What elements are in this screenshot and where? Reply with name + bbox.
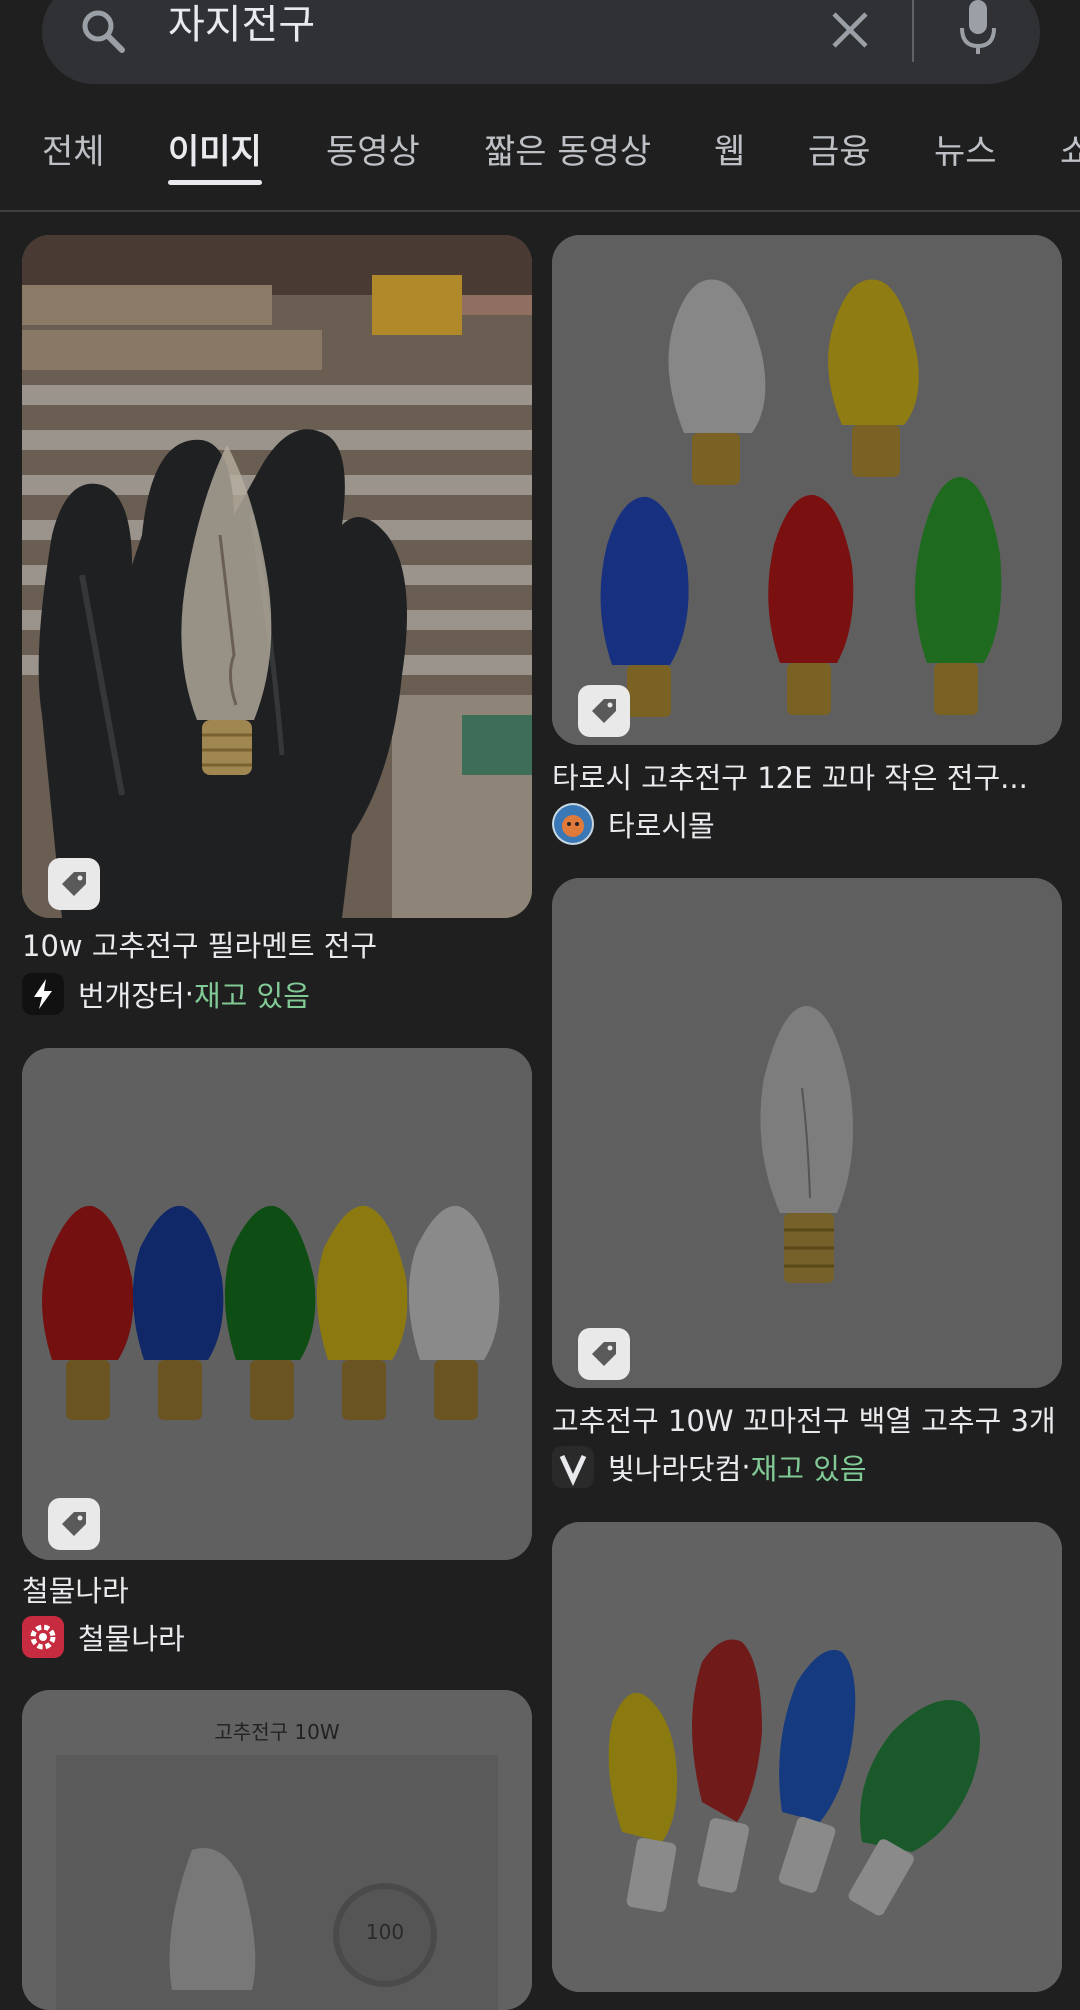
active-tab-indicator [168,180,262,185]
mic-icon[interactable] [954,0,1002,56]
bolt-icon [22,973,64,1015]
tag-icon [62,1512,86,1536]
stock-status: 재고 있음 [193,979,310,1013]
source-name: 타로시몰 [608,809,715,843]
tabs-divider [0,210,1080,212]
product-tag-badge [48,858,100,910]
search-input[interactable]: 자지전구 [168,0,315,50]
result-source[interactable]: 번개장터 · 재고 있음 [22,973,310,1015]
tag-icon [62,872,86,896]
product-tag-badge [578,1328,630,1380]
product-tag-badge [48,1498,100,1550]
source-separator: · [184,977,194,1011]
image-caption: 고추전구 10W [214,1720,340,1744]
tab-shopping[interactable]: 쇼 [1060,124,1080,173]
coin-label: 100 [365,1920,405,1944]
source-name: 번개장터 [78,979,185,1013]
search-divider [912,0,914,62]
result-image[interactable] [552,878,1062,1388]
result-image[interactable] [22,1048,532,1560]
filter-tabs: 전체 이미지 동영상 짧은 동영상 웹 금융 뉴스 쇼 [0,110,1080,210]
tag-icon [592,1342,616,1366]
product-tag-badge [578,685,630,737]
tag-icon [592,699,616,723]
v-logo-icon [552,1446,594,1488]
result-source[interactable]: 타로시몰 [552,803,715,845]
tab-news[interactable]: 뉴스 [934,124,997,173]
clear-icon[interactable] [826,6,874,54]
result-image[interactable] [552,235,1062,745]
result-source[interactable]: 철물나라 [22,1616,185,1658]
tab-finance[interactable]: 금융 [808,124,871,173]
tab-web[interactable]: 웹 [714,124,745,173]
tab-videos[interactable]: 동영상 [326,124,420,173]
tab-short-videos[interactable]: 짧은 동영상 [484,124,651,173]
source-separator: · [741,1450,751,1484]
result-image[interactable] [22,235,532,918]
stock-status: 재고 있음 [750,1452,867,1486]
source-name: 철물나라 [78,1622,185,1656]
result-image[interactable] [552,1522,1062,1992]
result-title[interactable]: 타로시 고추전구 12E 꼬마 작은 전구... [552,755,1062,797]
tab-all[interactable]: 전체 [42,124,105,173]
search-icon[interactable] [78,6,128,56]
result-title[interactable]: 고추전구 10W 꼬마전구 백열 고추구 3개 [552,1398,1062,1440]
shop-logo-icon [552,803,594,845]
result-source[interactable]: 빛나라닷컴 · 재고 있음 [552,1446,867,1488]
tab-images[interactable]: 이미지 [168,124,262,173]
result-title[interactable]: 10w 고추전구 필라멘트 전구 [22,923,532,965]
result-title[interactable]: 철물나라 [22,1568,532,1610]
gear-logo-icon [22,1616,64,1658]
result-image[interactable]: 고추전구 10W 100 [22,1690,532,2010]
source-name: 빛나라닷컴 [608,1452,742,1486]
